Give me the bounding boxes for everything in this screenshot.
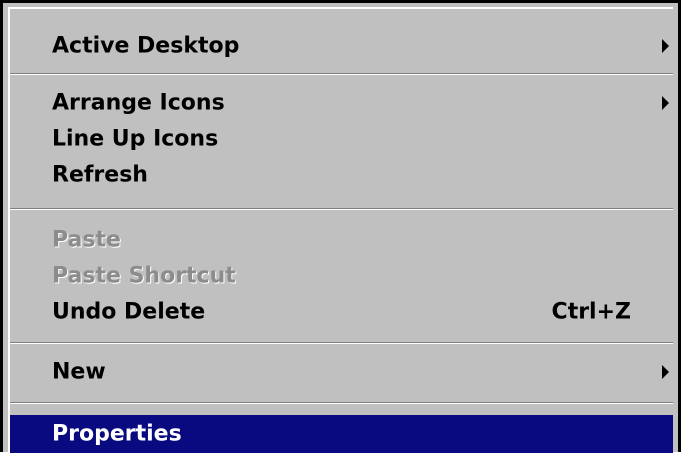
menu-item-shortcut: Ctrl+Z: [551, 299, 631, 325]
menu-item-label: Line Up Icons: [52, 126, 219, 152]
menu-item-label: Properties: [52, 421, 182, 447]
menu-item-label: Active Desktop: [52, 33, 240, 59]
menu-item-paste: Paste: [10, 222, 673, 258]
menu-item-label: Paste Shortcut: [52, 263, 236, 289]
menu-separator: [10, 402, 673, 404]
menu-item-active-desktop[interactable]: Active Desktop: [10, 28, 673, 64]
menu-item-label: Undo Delete: [52, 299, 206, 325]
menu-item-label: Paste: [52, 227, 121, 253]
menu-item-refresh[interactable]: Refresh: [10, 157, 673, 193]
menu-separator: [10, 208, 673, 210]
desktop-context-menu: Active Desktop Arrange Icons Line Up Ico…: [0, 0, 681, 453]
menu-item-paste-shortcut: Paste Shortcut: [10, 258, 673, 294]
menu-item-properties[interactable]: Properties: [10, 415, 673, 453]
menu-item-label: Arrange Icons: [52, 90, 225, 116]
submenu-arrow-icon: [662, 39, 669, 53]
menu-item-arrange-icons[interactable]: Arrange Icons: [10, 85, 673, 121]
menu-separator: [10, 73, 673, 75]
menu-item-label: Refresh: [52, 162, 148, 188]
menu-item-undo-delete[interactable]: Undo Delete Ctrl+Z: [10, 294, 673, 330]
submenu-arrow-icon: [662, 365, 669, 379]
menu-item-label: New: [52, 359, 106, 385]
menu-item-new[interactable]: New: [10, 354, 673, 390]
menu-separator: [10, 342, 673, 344]
menu-item-line-up-icons[interactable]: Line Up Icons: [10, 121, 673, 157]
context-menu-panel: Active Desktop Arrange Icons Line Up Ico…: [8, 7, 673, 453]
submenu-arrow-icon: [662, 96, 669, 110]
